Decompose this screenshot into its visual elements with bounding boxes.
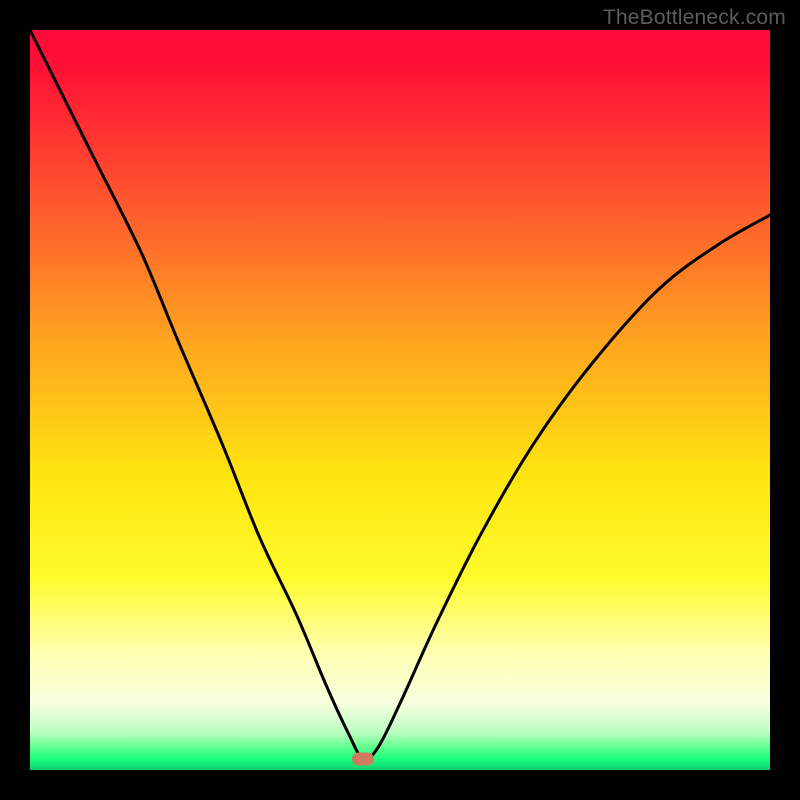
plot-area [30,30,770,770]
watermark-text: TheBottleneck.com [603,6,786,30]
bottleneck-curve [30,30,770,770]
minimum-marker [352,752,374,765]
chart-frame: TheBottleneck.com [0,0,800,800]
